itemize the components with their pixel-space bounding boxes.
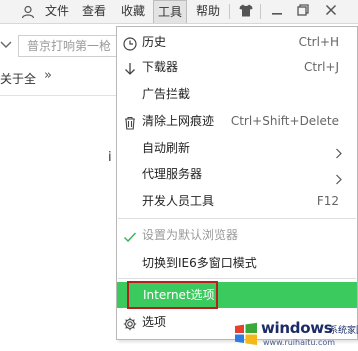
watermark: windows 系统家园 www.ruihaitu.com (233, 318, 358, 350)
bookmarks-bar: 关于全 » (0, 66, 120, 88)
menu-item-label: 自动刷新 (142, 141, 191, 155)
menu-item-proxy-server[interactable]: 代理服务器 (117, 162, 357, 187)
menu-item-ad-block[interactable]: 广告拦截 (117, 82, 357, 107)
menu-tools[interactable]: 工具 (153, 0, 187, 23)
menu-separator (118, 278, 356, 279)
chevron-right-icon (335, 143, 343, 159)
bookmark-item[interactable]: 关于全 (0, 70, 36, 87)
menu-item-label: 选项 (142, 315, 167, 329)
windows-logo-icon (235, 322, 257, 345)
close-icon[interactable] (320, 2, 342, 21)
menu-item-label: 广告拦截 (142, 87, 191, 101)
page-content-text: i (108, 150, 112, 165)
menu-item-clear-history[interactable]: 清除上网痕迹 Ctrl+Shift+Delete (117, 109, 357, 134)
watermark-suffix: 系统家园 (329, 326, 358, 336)
divider (0, 95, 120, 96)
minimize-icon[interactable] (266, 2, 288, 21)
menu-item-label: 代理服务器 (142, 167, 203, 181)
menubar-divider (260, 4, 261, 19)
shortcut-label: Ctrl+J (304, 60, 339, 74)
menu-item-set-default-browser[interactable]: 设置为默认浏览器 (117, 223, 357, 248)
menu-item-label: 清除上网痕迹 (142, 114, 215, 128)
menu-item-label: 设置为默认浏览器 (142, 228, 239, 242)
user-icon[interactable] (18, 0, 38, 23)
menu-item-label: 开发人员工具 (142, 194, 215, 208)
shortcut-label: Ctrl+Shift+Delete (230, 114, 339, 128)
menu-item-downloader[interactable]: 下载器 Ctrl+J (117, 55, 357, 80)
menu-item-auto-refresh[interactable]: 自动刷新 (117, 136, 357, 161)
menu-item-label: 历史 (142, 35, 167, 49)
menu-item-developer-tools[interactable]: 开发人员工具 F12 (117, 189, 357, 214)
shortcut-label: F12 (316, 194, 339, 208)
trash-icon (123, 114, 137, 130)
download-arrow-icon (123, 60, 137, 75)
chevron-right-icon (335, 169, 343, 185)
watermark-url: www.ruihaitu.com (263, 338, 336, 347)
search-input[interactable]: 普京打响第一枪 (18, 35, 122, 57)
menu-separator (118, 218, 356, 219)
bookmarks-more-button[interactable]: » (44, 68, 52, 83)
menu-file[interactable]: 文件 (40, 0, 74, 23)
clock-icon (123, 35, 137, 51)
menu-favorites[interactable]: 收藏 (115, 0, 151, 23)
gear-icon (123, 315, 137, 331)
menu-bar: 文件 查看 收藏 工具 帮助 (0, 0, 358, 24)
menu-item-label: 下载器 (142, 60, 179, 74)
shortcut-label: Ctrl+H (298, 35, 339, 49)
menu-item-history[interactable]: 历史 Ctrl+H (117, 30, 357, 55)
highlight-frame (127, 281, 218, 309)
chevron-down-icon[interactable] (0, 38, 14, 54)
tshirt-icon[interactable] (235, 2, 257, 21)
menu-help[interactable]: 帮助 (191, 0, 225, 23)
menu-item-label: 切换到IE6多窗口模式 (142, 256, 257, 270)
menubar-divider (229, 4, 230, 19)
restore-icon[interactable] (292, 2, 314, 21)
menu-item-ie6-mode[interactable]: 切换到IE6多窗口模式 (117, 251, 357, 276)
address-row: 普京打响第一枪 (0, 33, 122, 61)
menu-view[interactable]: 查看 (78, 0, 110, 23)
watermark-title: windows (261, 319, 333, 337)
checkmark-icon (123, 228, 137, 243)
